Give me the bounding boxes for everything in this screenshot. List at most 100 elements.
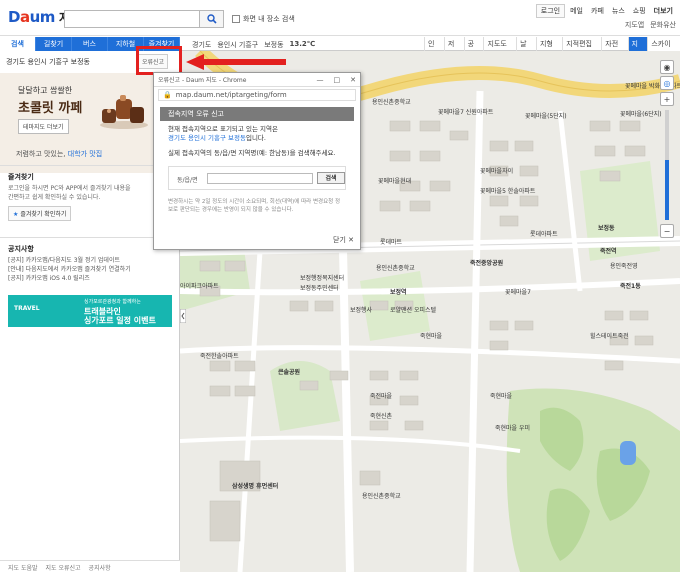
map-label[interactable]: 용인신촌중학교 [362,491,401,500]
notice-item[interactable]: [공지] 카카오맵 iOS 4.0 릴리즈 [8,274,172,283]
favorites-check-button[interactable]: ★ 즐겨찾기 확인하기 [8,206,72,221]
footer-report[interactable]: 지도 오류신고 [46,563,81,572]
tab-bus[interactable]: 버스 [72,37,108,51]
crumb-province[interactable]: 경기도 [192,40,211,50]
star-icon: ★ [13,211,19,218]
top-bar: Daum지도 화면 내 장소 검색 로그인 메일 카페 뉴스 쇼핑 더보기 지도… [0,0,680,36]
map-label[interactable]: 보정동 [598,223,615,232]
current-location: 경기도 용인시 기흥구 보정동 [6,58,90,66]
top-links-2: 지도앱 문화유산 [625,20,676,30]
red-arrow-icon [186,54,286,70]
map-label[interactable]: 죽전마을 [370,391,392,400]
notice-item[interactable]: [공지] 카카오맵/다음지도 3월 정기 업데이트 [8,256,172,265]
zoom-slider-fill [665,160,669,220]
mail-link[interactable]: 메일 [567,5,586,17]
dong-input[interactable] [207,173,313,184]
checkbox-box[interactable] [232,15,240,23]
popup-close-label: 닫기 [333,236,346,244]
travel-line3: 싱가포르 일정 이벤트 [84,316,156,325]
favorites-check-label: 즐겨찾기 확인하기 [20,211,67,218]
map-label[interactable]: 죽현마을 [420,331,442,340]
map-app-link[interactable]: 지도앱 [625,20,644,30]
taste-link[interactable]: 저렴하고 맛있는, 대학가 맛집 [16,149,102,159]
more-link[interactable]: 더보기 [651,5,676,17]
dong-search-button[interactable]: 검색 [317,172,345,184]
popup-body: 현재 접속지역으로 표기되고 있는 지역은 경기도 용인시 기흥구 보정동입니다… [154,121,360,162]
locate-icon[interactable]: ◎ [660,76,674,90]
crumb-city[interactable]: 용인시 기흥구 [217,40,258,50]
travel-logo: TRAVEL [14,305,40,312]
map-label[interactable]: 보정행사 [350,305,372,314]
map-label[interactable]: 용인죽전영 [610,261,638,270]
map-label[interactable]: 꽃메마을5 한솔아파트 [480,186,535,195]
map-label[interactable]: 보정행정복지센터 [300,273,344,282]
map-label[interactable]: 용인신촌중학교 [376,263,415,272]
map-label[interactable]: 죽전한솔아파트 [200,351,239,360]
map-label[interactable]: 죽전역 [600,246,617,255]
report-highlight-box [136,46,182,75]
login-link[interactable]: 로그인 [535,4,566,18]
tab-search[interactable]: 검색 [0,37,36,51]
lock-icon: 🔒 [163,91,172,99]
footer-notice[interactable]: 공지사항 [89,563,111,572]
map-toolbar: 경기도 용인시 기흥구 보정동 13.2℃ 인쇄 저장 공유 지도도구 날씨 지… [180,37,680,65]
map-label[interactable]: 아이파크아파트 [180,281,219,290]
map-label[interactable]: 꽃메마을자이 [480,166,513,175]
map-label[interactable]: 힐스테이트죽전 [590,331,629,340]
zoom-out-button[interactable]: − [660,224,674,238]
map-label[interactable]: 용인신촌중학교 [372,97,411,106]
map-label[interactable]: 큰솔공원 [278,367,300,376]
heritage-link[interactable]: 문화유산 [650,20,676,30]
zoom-slider[interactable] [665,110,669,220]
crumb-dong[interactable]: 보정동 [264,40,283,50]
footer-help[interactable]: 지도 도움말 [8,563,38,572]
sidebar-footer: 지도 도움말 지도 오류신고 공지사항 [0,560,180,572]
favorites-title: 즐겨찾기 [8,173,34,181]
map-label[interactable]: 롯데아파트 [530,229,558,238]
travel-banner[interactable]: TRAVEL 싱가포르관광청과 함께하는 트래블라인 싱가포르 일정 이벤트 [8,295,172,327]
area-search-checkbox[interactable]: 화면 내 장소 검색 [232,14,295,24]
breadcrumb: 경기도 용인시 기흥구 보정동 13.2℃ [192,40,315,50]
news-link[interactable]: 뉴스 [609,5,628,17]
map-label[interactable]: 삼성생명 휴먼센터 [232,481,278,490]
map-label[interactable]: 꽃메마을7 신원아파트 [438,107,493,116]
cafe-link[interactable]: 카페 [588,5,607,17]
popup-urlbar[interactable]: 🔒 map.daum.net/iptargeting/form [158,89,356,101]
taste-highlight[interactable]: 대학가 맛집 [68,150,102,158]
map-label[interactable]: 죽전중앙공원 [470,258,503,267]
popup-current-area: 경기도 용인시 기흥구 보정동 [168,134,246,142]
theme-more-button[interactable]: 테마지도 더보기 [18,119,69,134]
shopping-link[interactable]: 쇼핑 [630,5,649,17]
top-links: 로그인 메일 카페 뉴스 쇼핑 더보기 [535,4,676,18]
map-label[interactable]: 죽현마을 우미 [495,423,530,432]
map-label[interactable]: 죽현마을 [490,391,512,400]
map-label[interactable]: 로얄맨션 오피스텔 [390,305,436,314]
zoom-controls: ◉ ◎ + − [660,60,674,260]
map-label[interactable]: 보정역 [390,287,407,296]
compass-icon[interactable]: ◉ [660,60,674,74]
popup-line1: 현재 접속지역으로 표기되고 있는 지역은 [168,125,278,133]
map-label[interactable]: 롯데마트 [380,237,402,246]
map-label[interactable]: 죽전1동 [620,281,641,290]
search-input[interactable] [64,10,200,28]
maximize-icon[interactable]: □ [334,76,341,84]
search-button[interactable] [200,10,224,28]
favorites-desc-2: 간편하고 쉽게 확인하실 수 있습니다. [8,194,101,201]
map-label[interactable]: 죽현신촌 [370,411,392,420]
tab-directions[interactable]: 길찾기 [36,37,72,51]
map-label[interactable]: 꽃메마을현대 [378,176,411,185]
map-label[interactable]: 보정동주민센터 [300,283,339,292]
popup-line3: 실제 접속지역의 동/읍/면 지역명(예: 한남동)을 검색해주세요. [168,149,336,157]
chocolate-image [100,95,148,129]
map-label[interactable]: 꽃메마을7 [505,287,531,296]
notice-item[interactable]: [안내] 다음지도에서 카카오맵 즐겨찾기 연결하기 [8,265,172,274]
sidebar-collapse-icon[interactable] [180,309,186,323]
minimize-icon[interactable]: — [317,76,324,84]
zoom-in-button[interactable]: + [660,92,674,106]
travel-line1: 싱가포르관광청과 함께하는 [84,299,141,305]
close-icon[interactable]: ✕ [350,76,356,84]
map-label[interactable]: 꽃메마을(6단지) [620,109,662,118]
map-label[interactable]: 꽃메마을(5단지) [525,111,567,120]
popup-close-button[interactable]: 닫기 ✕ [333,235,354,245]
banner-line2: 초콜릿 까페 [18,101,83,116]
